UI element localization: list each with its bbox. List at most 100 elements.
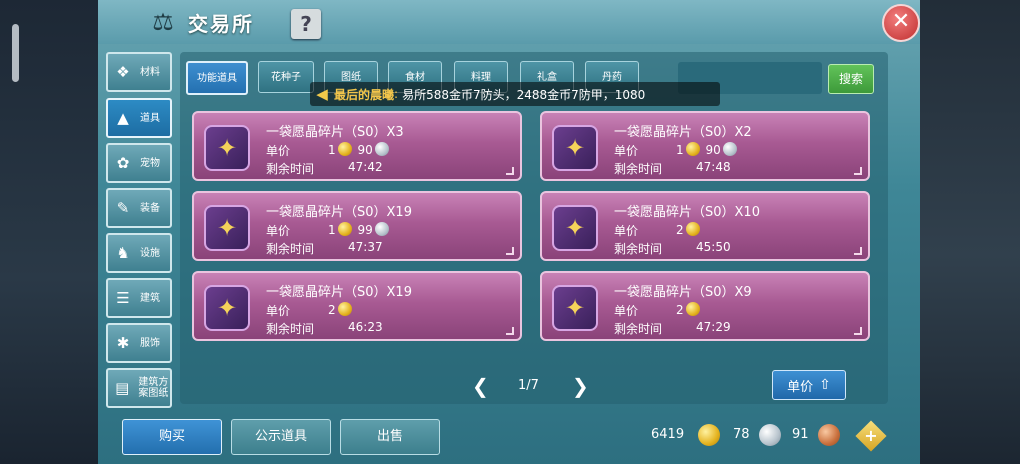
search-button[interactable]: 搜索 bbox=[828, 64, 874, 94]
time-left-value: 47:29 bbox=[696, 320, 731, 334]
price-label: 单价 bbox=[266, 304, 291, 318]
listing-card[interactable]: ✦ 一袋愿晶碎片（S0）X19 单价 2 剩余时间 46:23 bbox=[192, 271, 522, 341]
pet-paw-icon: ✿ bbox=[116, 154, 130, 172]
silver-coin-icon bbox=[722, 142, 737, 156]
listing-title: 一袋愿晶碎片（S0）X10 bbox=[614, 205, 760, 220]
close-button[interactable]: ✕ bbox=[882, 4, 920, 42]
corner-ornament-icon bbox=[854, 327, 862, 335]
blueprint-icon: ▤ bbox=[115, 379, 130, 397]
gold-amount: 1 bbox=[328, 143, 336, 157]
sort-by-price-button[interactable]: 单价 ⇧ bbox=[772, 370, 846, 400]
listing-title: 一袋愿晶碎片（S0）X9 bbox=[614, 285, 752, 300]
price-row: 单价 1 90 bbox=[266, 142, 389, 159]
sidebar-item-blueprints[interactable]: ▤ 建筑方案图纸 bbox=[106, 368, 172, 408]
price-label: 单价 bbox=[614, 144, 639, 158]
facility-icon: ♞ bbox=[116, 244, 130, 262]
tab-flower-seeds[interactable]: 花种子 bbox=[258, 61, 314, 93]
silver-amount: 99 bbox=[357, 223, 373, 237]
time-left-value: 47:48 bbox=[696, 160, 731, 174]
price-row: 单价 1 99 bbox=[266, 222, 389, 239]
listing-card[interactable]: ✦ 一袋愿晶碎片（S0）X2 单价 1 90 剩余时间 47:48 bbox=[540, 111, 870, 181]
bronze-balance: 91 bbox=[792, 427, 809, 442]
time-left-label: 剩余时间 bbox=[614, 322, 663, 336]
gold-balance: 6419 bbox=[651, 427, 685, 442]
broadcast-ticker: ◀ 最后的晨曦 : 易所588金币7防头，2488金币7防甲，1080 bbox=[310, 82, 720, 106]
gold-amount: 1 bbox=[328, 223, 336, 237]
page-indicator: 1/7 bbox=[518, 378, 539, 393]
time-left-value: 46:23 bbox=[348, 320, 383, 334]
listing-title: 一袋愿晶碎片（S0）X2 bbox=[614, 125, 752, 140]
corner-ornament-icon bbox=[854, 167, 862, 175]
bronze-coin-icon bbox=[818, 424, 840, 446]
time-left-value: 47:42 bbox=[348, 160, 383, 174]
side-drawer-handle[interactable] bbox=[12, 24, 19, 82]
gold-coin-icon bbox=[698, 424, 720, 446]
crystal-bag-icon: ✦ bbox=[552, 285, 598, 331]
listing-title: 一袋愿晶碎片（S0）X19 bbox=[266, 285, 412, 300]
public-items-button[interactable]: 公示道具 bbox=[231, 419, 331, 455]
plus-icon: + bbox=[864, 426, 878, 445]
sidebar-item-label: 装备 bbox=[140, 202, 160, 214]
next-page-button[interactable]: ❯ bbox=[572, 374, 589, 398]
time-left-label: 剩余时间 bbox=[266, 162, 315, 176]
crystal-bag-icon: ✦ bbox=[204, 205, 250, 251]
listing-title: 一袋愿晶碎片（S0）X3 bbox=[266, 125, 404, 140]
buy-button[interactable]: 购买 bbox=[122, 419, 222, 455]
sidebar-item-label: 建筑方案图纸 bbox=[138, 377, 169, 399]
listing-card[interactable]: ✦ 一袋愿晶碎片（S0）X3 单价 1 90 剩余时间 47:42 bbox=[192, 111, 522, 181]
time-left-label: 剩余时间 bbox=[614, 242, 663, 256]
gold-coin-icon bbox=[685, 142, 700, 156]
price-label: 单价 bbox=[614, 224, 639, 238]
time-row: 剩余时间 46:23 bbox=[266, 320, 383, 337]
crystal-bag-icon: ✦ bbox=[204, 125, 250, 171]
gold-coin-icon bbox=[337, 302, 352, 316]
time-left-value: 47:37 bbox=[348, 240, 383, 254]
sort-label: 单价 bbox=[787, 379, 814, 395]
time-row: 剩余时间 45:50 bbox=[614, 240, 731, 257]
megaphone-icon: ◀ bbox=[316, 85, 328, 103]
sidebar-item-pets[interactable]: ✿ 宠物 bbox=[106, 143, 172, 183]
crystal-bag-icon: ✦ bbox=[552, 205, 598, 251]
time-row: 剩余时间 47:29 bbox=[614, 320, 731, 337]
scale-icon: ⚖ bbox=[152, 8, 174, 36]
item-icon: ▲ bbox=[117, 109, 129, 127]
sidebar-item-facilities[interactable]: ♞ 设施 bbox=[106, 233, 172, 273]
sidebar-item-clothing[interactable]: ✱ 服饰 bbox=[106, 323, 172, 363]
sidebar-item-buildings[interactable]: ☰ 建筑 bbox=[106, 278, 172, 318]
building-icon: ☰ bbox=[116, 289, 130, 307]
listing-card[interactable]: ✦ 一袋愿晶碎片（S0）X19 单价 1 99 剩余时间 47:37 bbox=[192, 191, 522, 261]
add-currency-button[interactable]: + bbox=[855, 420, 887, 452]
sidebar-item-materials[interactable]: ❖ 材料 bbox=[106, 52, 172, 92]
gold-coin-icon bbox=[337, 222, 352, 236]
crystal-bag-icon: ✦ bbox=[204, 285, 250, 331]
corner-ornament-icon bbox=[854, 247, 862, 255]
price-row: 单价 2 bbox=[266, 302, 352, 319]
sidebar-item-label: 宠物 bbox=[140, 157, 160, 169]
sidebar-item-items[interactable]: ▲ 道具 bbox=[106, 98, 172, 138]
gold-amount: 2 bbox=[328, 303, 336, 317]
tab-function-items[interactable]: 功能道具 bbox=[186, 61, 248, 95]
gold-amount: 2 bbox=[676, 223, 684, 237]
price-row: 单价 2 bbox=[614, 222, 700, 239]
sell-button[interactable]: 出售 bbox=[340, 419, 440, 455]
listing-card[interactable]: ✦ 一袋愿晶碎片（S0）X10 单价 2 剩余时间 45:50 bbox=[540, 191, 870, 261]
listing-card[interactable]: ✦ 一袋愿晶碎片（S0）X9 单价 2 剩余时间 47:29 bbox=[540, 271, 870, 341]
gold-amount: 1 bbox=[676, 143, 684, 157]
time-left-label: 剩余时间 bbox=[266, 242, 315, 256]
sidebar-item-equipment[interactable]: ✎ 装备 bbox=[106, 188, 172, 228]
ticker-separator: : bbox=[394, 87, 399, 101]
silver-balance: 78 bbox=[733, 427, 750, 442]
gold-coin-icon bbox=[685, 222, 700, 236]
corner-ornament-icon bbox=[506, 167, 514, 175]
time-left-value: 45:50 bbox=[696, 240, 731, 254]
sidebar-item-label: 材料 bbox=[140, 66, 160, 78]
crystal-bag-icon: ✦ bbox=[552, 125, 598, 171]
previous-page-button[interactable]: ❮ bbox=[472, 374, 489, 398]
sidebar-item-label: 建筑 bbox=[140, 292, 160, 304]
time-row: 剩余时间 47:48 bbox=[614, 160, 731, 177]
price-label: 单价 bbox=[266, 224, 291, 238]
help-button[interactable]: ? bbox=[291, 9, 321, 39]
sidebar-item-label: 道具 bbox=[140, 112, 160, 124]
clothing-icon: ✱ bbox=[116, 334, 130, 352]
silver-amount: 90 bbox=[357, 143, 373, 157]
